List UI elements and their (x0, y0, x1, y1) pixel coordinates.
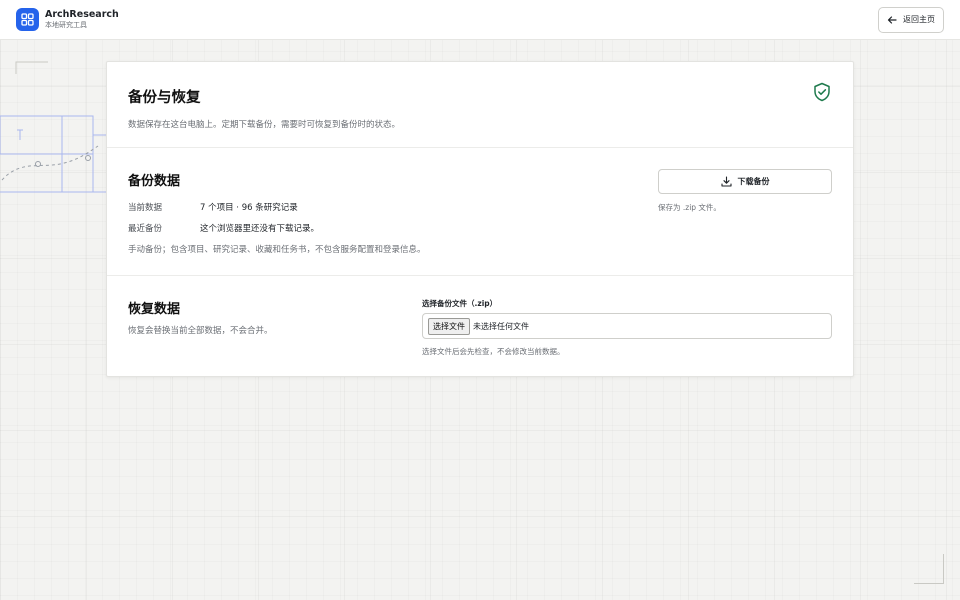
download-icon (720, 176, 732, 187)
arrow-left-icon (887, 15, 897, 24)
corner-mark (914, 554, 944, 584)
app-name: ArchResearch (45, 9, 119, 21)
page-title: 备份与恢复 (128, 90, 201, 106)
background-sketch (0, 61, 106, 193)
brand[interactable]: ArchResearch 本地研究工具 (16, 8, 119, 31)
restore-section: 恢复数据 恢复会替换当前全部数据，不会合并。 选择备份文件（.zip） 选择文件… (107, 276, 853, 376)
last-backup-row: 最近备份 这个浏览器里还没有下载记录。 (128, 222, 832, 234)
shield-check-icon (814, 82, 830, 102)
backup-file-input[interactable]: 选择文件 未选择任何文件 (422, 313, 832, 339)
file-picker-label: 选择备份文件（.zip） (422, 299, 498, 308)
last-backup-value: 这个浏览器里还没有下载记录。 (200, 224, 320, 234)
file-status: 未选择任何文件 (473, 321, 529, 331)
header-section: 备份与恢复 数据保存在这台电脑上。定期下载备份，需要时可恢复到备份时的状态。 (107, 62, 853, 148)
download-backup-button[interactable]: 下载备份 (658, 169, 832, 194)
current-data-label: 当前数据 (128, 203, 163, 213)
file-hint: 选择文件后会先检查，不会修改当前数据。 (422, 347, 565, 356)
last-backup-label: 最近备份 (128, 224, 163, 234)
current-data-value: 7 个项目 · 96 条研究记录 (200, 203, 298, 213)
save-as-hint: 保存为 .zip 文件。 (658, 203, 721, 212)
page-description: 数据保存在这台电脑上。定期下载备份，需要时可恢复到备份时的状态。 (128, 120, 401, 130)
app-grid-icon (16, 8, 39, 31)
current-data-row: 当前数据 7 个项目 · 96 条研究记录 (128, 201, 832, 213)
choose-file-button[interactable]: 选择文件 (428, 317, 470, 335)
download-backup-label: 下载备份 (737, 177, 770, 186)
app-subtitle: 本地研究工具 (45, 20, 87, 29)
backup-section: 备份数据 当前数据 7 个项目 · 96 条研究记录 最近备份 这个浏览器里还没… (107, 148, 853, 276)
back-home-label: 返回主页 (903, 15, 935, 24)
top-bar: ArchResearch 本地研究工具 返回主页 (0, 0, 960, 40)
backup-note: 手动备份；包含项目、研究记录、收藏和任务书，不包含服务配置和登录信息。 (128, 245, 426, 255)
back-home-button[interactable]: 返回主页 (878, 6, 944, 33)
backup-restore-card: 备份与恢复 数据保存在这台电脑上。定期下载备份，需要时可恢复到备份时的状态。 备… (106, 61, 854, 377)
